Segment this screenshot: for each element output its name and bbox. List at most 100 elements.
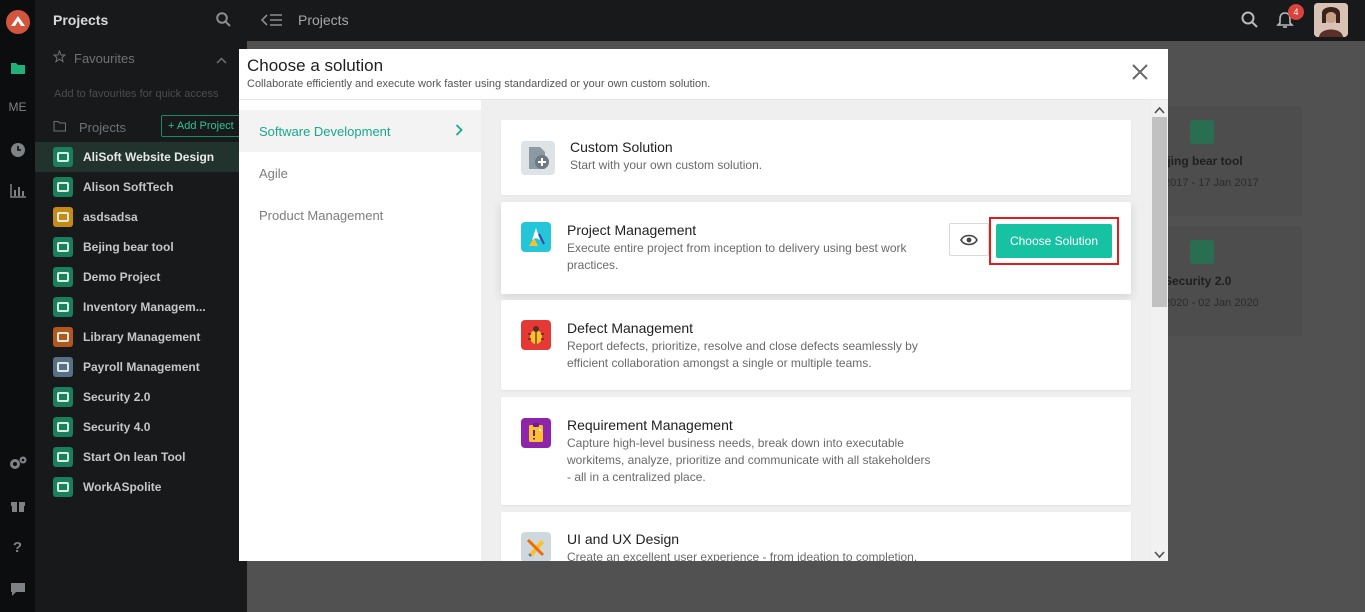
background-card-name: ijing bear tool	[1164, 154, 1243, 168]
gift-icon[interactable]	[0, 496, 35, 514]
me-label[interactable]: ME	[0, 98, 35, 116]
solution-description: Capture high-level business needs, break…	[567, 436, 931, 484]
collapse-menu-icon[interactable]	[260, 12, 283, 31]
chevron-right-icon	[455, 124, 463, 139]
sidebar-project-item[interactable]: Security 2.0	[35, 382, 247, 412]
close-icon[interactable]	[1131, 63, 1149, 84]
solution-description: Create an excellent user experience - fr…	[567, 550, 918, 561]
star-icon	[52, 49, 67, 66]
project-list: AliSoft Website Design Alison SoftTech asd…	[35, 142, 247, 502]
sidebar-project-item[interactable]: Alison SoftTech	[35, 172, 247, 202]
chevron-up-icon[interactable]	[216, 52, 227, 67]
category-software-development[interactable]: Software Development	[239, 110, 481, 152]
category-label: Product Management	[259, 207, 384, 223]
category-agile[interactable]: Agile	[239, 152, 481, 194]
solution-title: Project Management	[567, 222, 697, 238]
background-project-card: ijing bear tool 2017 - 17 Jan 2017	[1164, 106, 1302, 216]
avatar[interactable]	[1314, 3, 1348, 37]
choose-solution-button[interactable]: Choose Solution	[996, 224, 1112, 258]
project-name: Library Management	[83, 330, 201, 344]
background-project-card: Security 2.0 2020 - 02 Jan 2020	[1164, 226, 1302, 336]
project-icon	[53, 357, 73, 377]
category-label: Software Development	[259, 123, 391, 139]
background-card-name: Security 2.0	[1164, 274, 1232, 288]
project-icon	[53, 147, 73, 167]
sidebar-project-item[interactable]: Bejing bear tool	[35, 232, 247, 262]
sidebar-project-item[interactable]: AliSoft Website Design	[35, 142, 247, 172]
projects-sidebar: Projects Favourites Add to favourites fo…	[35, 0, 251, 612]
project-icon	[53, 207, 73, 227]
solution-card-defect-management[interactable]: Defect Management Report defects, priori…	[501, 300, 1131, 390]
modal-subtitle: Collaborate efficiently and execute work…	[247, 78, 711, 90]
bug-icon	[521, 320, 551, 350]
project-icon	[53, 177, 73, 197]
sidebar-project-item[interactable]: asdsadsa	[35, 202, 247, 232]
folder-outline-icon	[53, 120, 67, 135]
project-icon	[53, 297, 73, 317]
project-name: Inventory Managem...	[83, 300, 206, 314]
search-icon[interactable]	[216, 12, 231, 30]
favourites-label: Favourites	[74, 50, 135, 66]
sidebar-project-item[interactable]: Library Management	[35, 322, 247, 352]
project-name: WorkASpolite	[83, 480, 162, 494]
solution-title: Defect Management	[567, 320, 694, 336]
app-rail: ME ?	[0, 0, 35, 612]
sidebar-title: Projects	[53, 12, 109, 28]
scroll-up-icon[interactable]	[1154, 103, 1165, 117]
project-icon	[53, 417, 73, 437]
project-name: Bejing bear tool	[83, 240, 174, 254]
modal-header: Choose a solution Collaborate efficientl…	[239, 49, 1168, 100]
preview-button[interactable]	[949, 223, 989, 256]
eye-icon	[960, 234, 978, 245]
solution-list: Custom Solution Start with your own cust…	[481, 100, 1168, 561]
page-title: Projects	[298, 12, 349, 28]
folder-icon[interactable]	[0, 58, 35, 78]
background-card-dates: 2017 - 17 Jan 2017	[1164, 177, 1259, 189]
help-icon[interactable]: ?	[0, 538, 35, 556]
project-name: Start On lean Tool	[83, 450, 186, 464]
sidebar-project-item[interactable]: Security 4.0	[35, 412, 247, 442]
favourites-section[interactable]: Favourites	[35, 40, 247, 76]
app-logo-icon[interactable]	[0, 8, 35, 36]
sidebar-project-item[interactable]: Start On lean Tool	[35, 442, 247, 472]
project-name: Security 4.0	[83, 420, 151, 434]
top-bar: Projects 4	[247, 0, 1365, 41]
solution-title: Custom Solution	[570, 139, 673, 155]
solution-title: Requirement Management	[567, 417, 733, 433]
solution-card-custom[interactable]: Custom Solution Start with your own cust…	[501, 120, 1131, 195]
search-icon[interactable]	[1241, 11, 1258, 31]
design-icon	[521, 532, 551, 561]
category-list: Software Development Agile Product Manag…	[239, 100, 481, 561]
category-label: Agile	[259, 165, 288, 181]
sidebar-project-item[interactable]: Inventory Managem...	[35, 292, 247, 322]
scroll-down-icon[interactable]	[1154, 548, 1165, 561]
favourites-hint: Add to favourites for quick access	[54, 88, 219, 100]
sidebar-project-item[interactable]: Demo Project	[35, 262, 247, 292]
solution-card-ui-ux-design[interactable]: UI and UX Design Create an excellent use…	[501, 512, 1131, 561]
project-icon	[1190, 240, 1214, 264]
category-product-management[interactable]: Product Management	[239, 194, 481, 236]
solution-card-project-management[interactable]: Project Management Execute entire projec…	[501, 202, 1131, 294]
modal-scrollbar-thumb[interactable]	[1152, 117, 1167, 307]
project-name: Security 2.0	[83, 390, 151, 404]
chat-icon[interactable]	[0, 580, 35, 598]
solution-title: UI and UX Design	[567, 531, 680, 547]
solution-description: Report defects, prioritize, resolve and …	[567, 339, 918, 370]
solution-description: Start with your own custom solution.	[570, 158, 763, 172]
project-name: asdsadsa	[83, 210, 138, 224]
sidebar-project-item[interactable]: Payroll Management	[35, 352, 247, 382]
project-name: AliSoft Website Design	[83, 150, 215, 164]
solution-card-requirement-management[interactable]: Requirement Management Capture high-leve…	[501, 397, 1131, 505]
add-project-button[interactable]: + Add Project	[161, 115, 251, 137]
clock-icon[interactable]	[0, 141, 35, 159]
settings-icon[interactable]	[0, 454, 35, 472]
project-icon	[53, 237, 73, 257]
bar-chart-icon[interactable]	[0, 182, 35, 200]
project-name: Payroll Management	[83, 360, 200, 374]
notification-badge: 4	[1288, 4, 1304, 20]
projects-label: Projects	[79, 119, 126, 135]
project-icon	[53, 327, 73, 347]
sidebar-project-item[interactable]: WorkASpolite	[35, 472, 247, 502]
sidebar-header: Projects	[35, 0, 247, 40]
project-name: Demo Project	[83, 270, 161, 284]
